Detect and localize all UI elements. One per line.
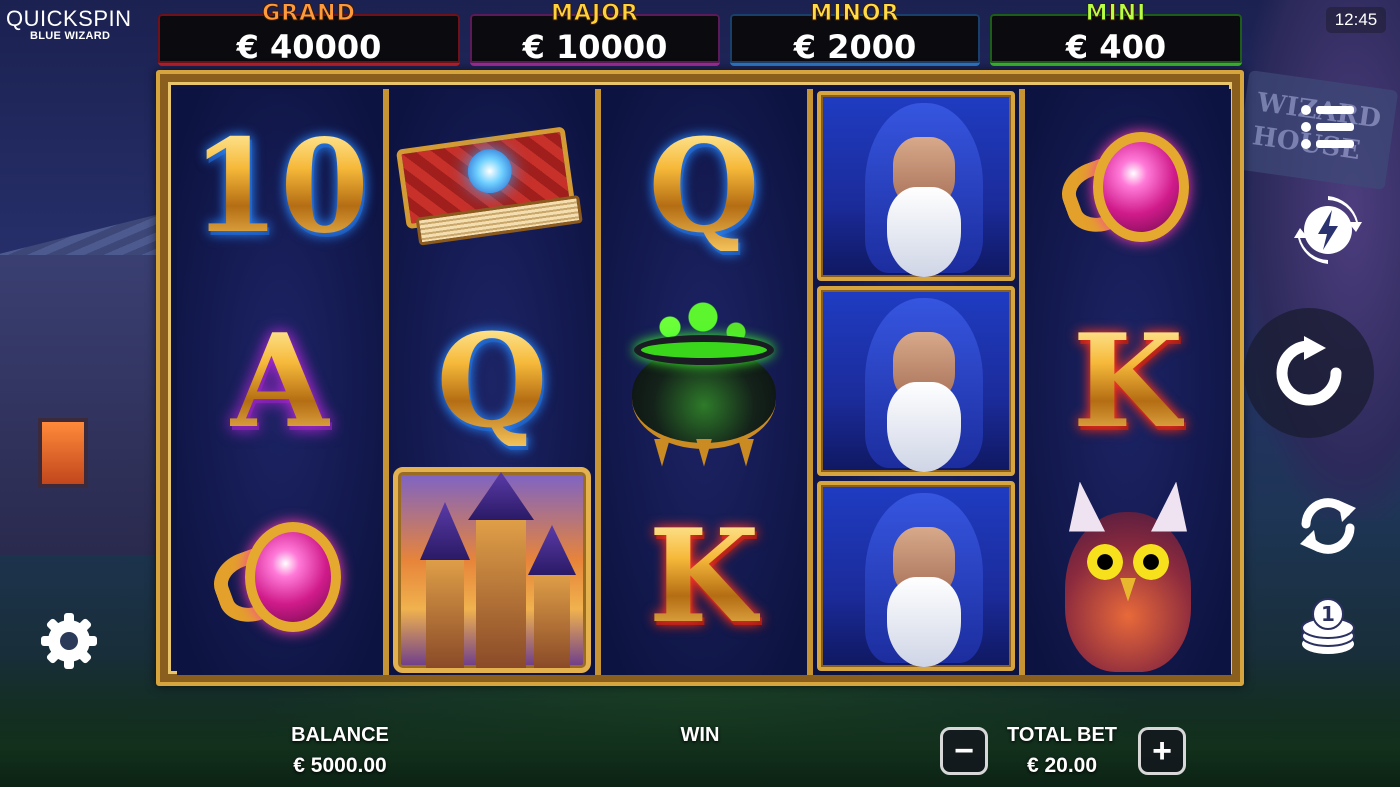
jackpot-minor: MINOR € 2000 [730,1,980,66]
brand-name: QUICKSPIN [6,6,132,31]
jackpot-grand-label: GRAND [262,1,356,27]
symbol-queen: Q [389,284,595,479]
ten-symbol-glyph: 10 [190,111,370,262]
symbol-queen: Q [601,89,807,284]
increase-bet-button[interactable]: + [1138,727,1186,775]
menu-button[interactable] [1300,104,1356,150]
reel-frame: 10 A Q Q K K [156,70,1244,686]
jackpot-major-label: MAJOR [551,1,639,27]
gear-icon [41,613,97,669]
decrease-bet-button[interactable]: − [940,727,988,775]
total-bet-value: € 20.00 [1026,754,1098,777]
jackpot-mini: MINI € 400 [990,1,1242,66]
reel-1: 10 A [177,89,383,675]
wizard-symbol [817,91,1015,281]
jackpot-major: MAJOR € 10000 [470,1,720,66]
balance-value: € 5000.00 [293,754,387,777]
clock: 12:45 [1326,7,1386,33]
ace-symbol-glyph: A [230,306,330,457]
symbol-book [389,89,595,284]
symbol-cauldron [601,284,807,479]
king-symbol-glyph: K [1072,306,1184,457]
ring-icon [205,512,345,642]
symbol-king: K [601,479,807,674]
turbo-button[interactable] [1294,196,1362,264]
jackpot-grand-value: € 40000 [236,28,382,66]
autoplay-button[interactable] [1296,494,1360,558]
reel-3: Q K [595,89,807,675]
spin-arrow-icon [1276,336,1342,406]
coin-stack-icon: 1 [1301,598,1355,654]
symbol-ten: 10 [177,89,383,284]
svg-text:1: 1 [1321,602,1335,626]
spellbook-icon [395,115,590,259]
jackpot-major-value: € 10000 [522,28,668,66]
coin-value-button[interactable]: 1 [1300,598,1356,656]
symbol-owl [1025,479,1231,674]
settings-button[interactable] [40,612,98,670]
reel-5: K [1019,89,1231,675]
king-symbol-glyph: K [648,501,760,652]
reels: 10 A Q Q K K [177,89,1231,675]
total-bet-label: TOTAL BET [1007,724,1117,746]
menu-list-icon [1301,105,1354,149]
jackpot-mini-label: MINI [1085,1,1147,27]
lightning-turbo-icon [1294,196,1362,264]
symbol-ring [1025,89,1231,284]
cauldron-icon [624,296,784,467]
wizard-symbol [817,481,1015,671]
symbol-ace: A [177,284,383,479]
queen-symbol-glyph: Q [436,306,548,457]
owl-icon [1053,481,1203,672]
house-wall [0,255,160,555]
balance-label: BALANCE [291,724,389,746]
house-window [38,418,88,488]
spin-button[interactable] [1244,308,1374,438]
wizard-symbol [817,286,1015,476]
symbol-king: K [1025,284,1231,479]
win-label: WIN [680,724,720,746]
jackpot-grand: GRAND € 40000 [158,1,460,66]
autoplay-arrows-icon [1300,498,1356,554]
castle-bonus-icon [393,467,591,673]
game-logo: QUICKSPIN BLUE WIZARD [6,6,132,42]
reel-2: Q [383,89,595,675]
ring-icon [1053,122,1193,252]
reel-4 [807,89,1019,675]
queen-symbol-glyph: Q [648,111,760,262]
symbol-ring [177,479,383,674]
jackpot-minor-value: € 2000 [793,28,917,66]
jackpot-mini-value: € 400 [1065,28,1167,66]
jackpot-minor-label: MINOR [810,1,900,27]
